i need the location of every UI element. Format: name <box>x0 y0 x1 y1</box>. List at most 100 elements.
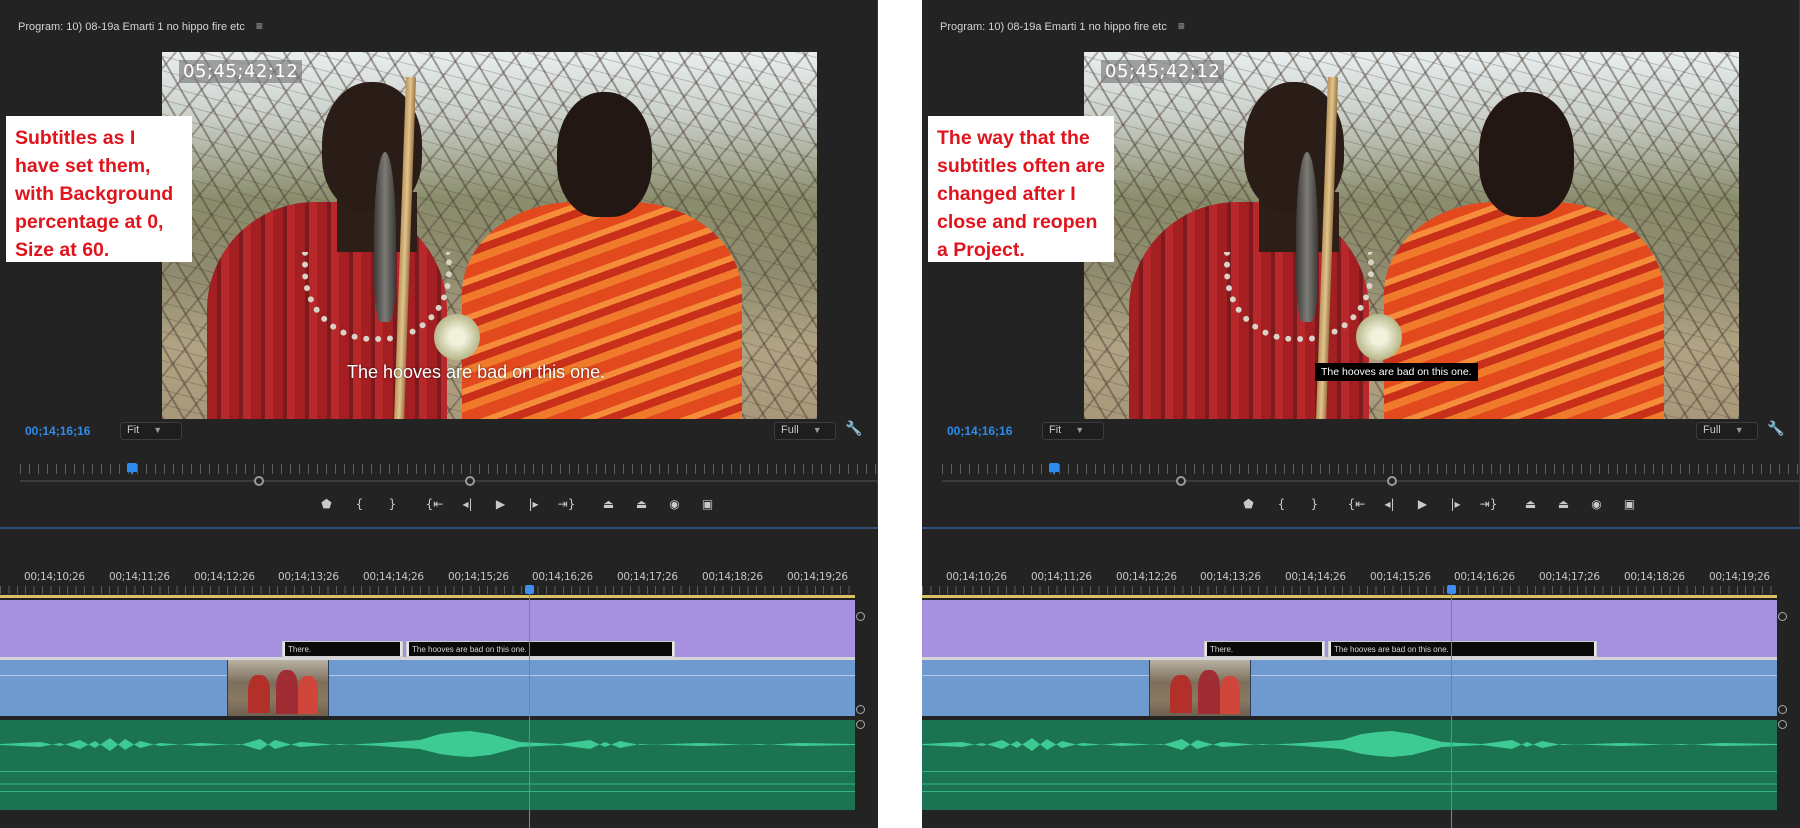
caption-clip[interactable]: The hooves are bad on this one. <box>1328 641 1597 657</box>
zoom-fit-dropdown[interactable]: Fit ▼ <box>120 422 182 440</box>
extract-icon[interactable]: ⏏ <box>625 495 658 513</box>
tick-label: 00;14;19;26 <box>1709 571 1770 583</box>
program-monitor-title: Program: 10) 08-19a Emarti 1 no hippo fi… <box>940 19 1185 33</box>
lift-icon[interactable]: ⏏ <box>1514 495 1547 513</box>
chevron-down-icon: ▼ <box>1075 425 1085 435</box>
tick-label: 00;14;14;26 <box>1285 571 1346 583</box>
program-monitor-title: Program: 10) 08-19a Emarti 1 no hippo fi… <box>18 19 263 33</box>
monitor-zoom-bar[interactable] <box>20 480 878 482</box>
tick-label: 00;14;12;26 <box>194 571 255 583</box>
chevron-down-icon: ▼ <box>812 425 822 435</box>
subtitle-text-boxed: The hooves are bad on this one. <box>1315 363 1478 381</box>
audio-waveform-2 <box>0 783 855 785</box>
timeline-ruler[interactable] <box>0 586 855 594</box>
timeline-tick-labels: 00;14;10;26 00;14;11;26 00;14;12;26 00;1… <box>922 571 1800 587</box>
timeline-ruler[interactable] <box>922 586 1777 594</box>
zoom-handle-left[interactable] <box>1176 476 1186 486</box>
go-to-out-icon[interactable]: ⇥} <box>1472 495 1505 513</box>
go-to-out-icon[interactable]: ⇥} <box>550 495 583 513</box>
track-scroll-knob[interactable] <box>1778 705 1787 714</box>
comparison-view-icon[interactable]: ▣ <box>1613 495 1646 513</box>
program-monitor: Program: 10) 08-19a Emarti 1 no hippo fi… <box>922 0 1800 525</box>
man-orange-robe <box>1384 202 1664 419</box>
play-icon[interactable]: ▶ <box>1406 495 1439 513</box>
comparison-view-icon[interactable]: ▣ <box>691 495 724 513</box>
export-frame-icon[interactable]: ◉ <box>1580 495 1613 513</box>
wrench-icon[interactable]: 🔧 <box>845 420 862 437</box>
timeline-playhead[interactable] <box>525 585 534 594</box>
work-area-bar[interactable] <box>922 595 1777 598</box>
timeline-tick-labels: 00;14;10;26 00;14;11;26 00;14;12;26 00;1… <box>0 571 878 587</box>
annotation-note: Subtitles as I have set them, with Backg… <box>6 116 192 262</box>
audio-waveform <box>0 731 855 757</box>
audio-waveform <box>922 731 1777 757</box>
video-track[interactable] <box>0 660 855 716</box>
tick-label: 00;14;16;26 <box>1454 571 1515 583</box>
monitor-title-text: Program: 10) 08-19a Emarti 1 no hippo fi… <box>18 21 245 33</box>
playhead-timecode[interactable]: 00;14;16;16 <box>947 424 1012 438</box>
resolution-dropdown[interactable]: Full ▼ <box>1696 422 1758 440</box>
tick-label: 00;14;15;26 <box>448 571 509 583</box>
transport-controls: ⬟ { } {⇤ ◂| ▶ |▸ ⇥} ⏏ ⏏ ◉ ▣ <box>1232 495 1646 513</box>
extract-icon[interactable]: ⏏ <box>1547 495 1580 513</box>
playhead-timecode[interactable]: 00;14;16;16 <box>25 424 90 438</box>
step-forward-icon[interactable]: |▸ <box>517 495 550 513</box>
caption-clip[interactable]: There. <box>282 641 403 657</box>
track-scroll-knob[interactable] <box>1778 720 1787 729</box>
annotation-note: The way that the subtitles often are cha… <box>928 116 1114 262</box>
step-forward-icon[interactable]: |▸ <box>1439 495 1472 513</box>
monitor-zoom-bar[interactable] <box>942 480 1800 482</box>
timecode-overlay: 05;45;42;12 <box>179 60 303 83</box>
video-clip-thumbnail[interactable] <box>227 660 329 716</box>
go-to-in-icon[interactable]: {⇤ <box>418 495 451 513</box>
monitor-playhead[interactable] <box>127 463 137 475</box>
video-frame: 05;45;42;12 The hooves are bad on this o… <box>1084 52 1739 419</box>
step-back-icon[interactable]: ◂| <box>1373 495 1406 513</box>
track-scroll-knob[interactable] <box>856 705 865 714</box>
tick-label: 00;14;16;26 <box>532 571 593 583</box>
mark-in-icon[interactable]: { <box>343 495 376 513</box>
subtitle-text: The hooves are bad on this one. <box>347 362 606 382</box>
zoom-handle-right[interactable] <box>465 476 475 486</box>
video-track[interactable] <box>922 660 1777 716</box>
track-scroll-knob[interactable] <box>1778 612 1787 621</box>
monitor-ruler[interactable] <box>20 464 878 474</box>
spear <box>374 152 396 322</box>
audio-waveform-2 <box>922 783 1777 785</box>
resolution-dropdown[interactable]: Full ▼ <box>774 422 836 440</box>
monitor-playhead[interactable] <box>1049 463 1059 475</box>
mark-out-icon[interactable]: } <box>376 495 409 513</box>
work-area-bar[interactable] <box>0 595 855 598</box>
lift-icon[interactable]: ⏏ <box>592 495 625 513</box>
caption-clip[interactable]: There. <box>1204 641 1325 657</box>
track-scroll-knob[interactable] <box>856 612 865 621</box>
marker-icon[interactable]: ⬟ <box>1232 495 1265 513</box>
zoom-handle-left[interactable] <box>254 476 264 486</box>
mark-in-icon[interactable]: { <box>1265 495 1298 513</box>
step-back-icon[interactable]: ◂| <box>451 495 484 513</box>
timecode-overlay: 05;45;42;12 <box>1101 60 1225 83</box>
timeline-playhead[interactable] <box>1447 585 1456 594</box>
spear <box>1296 152 1318 322</box>
video-clip-thumbnail[interactable] <box>1149 660 1251 716</box>
track-scroll-knob[interactable] <box>856 720 865 729</box>
marker-icon[interactable]: ⬟ <box>310 495 343 513</box>
tick-label: 00;14;12;26 <box>1116 571 1177 583</box>
export-frame-icon[interactable]: ◉ <box>658 495 691 513</box>
panel-menu-icon[interactable]: ≡ <box>256 19 263 33</box>
caption-clip[interactable]: The hooves are bad on this one. <box>406 641 675 657</box>
tick-label: 00;14;11;26 <box>1031 571 1092 583</box>
wrench-icon[interactable]: 🔧 <box>1767 420 1784 437</box>
monitor-ruler[interactable] <box>942 464 1800 474</box>
zoom-handle-right[interactable] <box>1387 476 1397 486</box>
mark-out-icon[interactable]: } <box>1298 495 1331 513</box>
panel-menu-icon[interactable]: ≡ <box>1178 19 1185 33</box>
go-to-in-icon[interactable]: {⇤ <box>1340 495 1373 513</box>
left-premiere-panel: Program: 10) 08-19a Emarti 1 no hippo fi… <box>0 0 878 828</box>
tick-label: 00;14;15;26 <box>1370 571 1431 583</box>
play-icon[interactable]: ▶ <box>484 495 517 513</box>
monitor-title-text: Program: 10) 08-19a Emarti 1 no hippo fi… <box>940 21 1167 33</box>
zoom-fit-dropdown[interactable]: Fit ▼ <box>1042 422 1104 440</box>
tick-label: 00;14;10;26 <box>946 571 1007 583</box>
timeline-playhead-line <box>1451 585 1452 828</box>
